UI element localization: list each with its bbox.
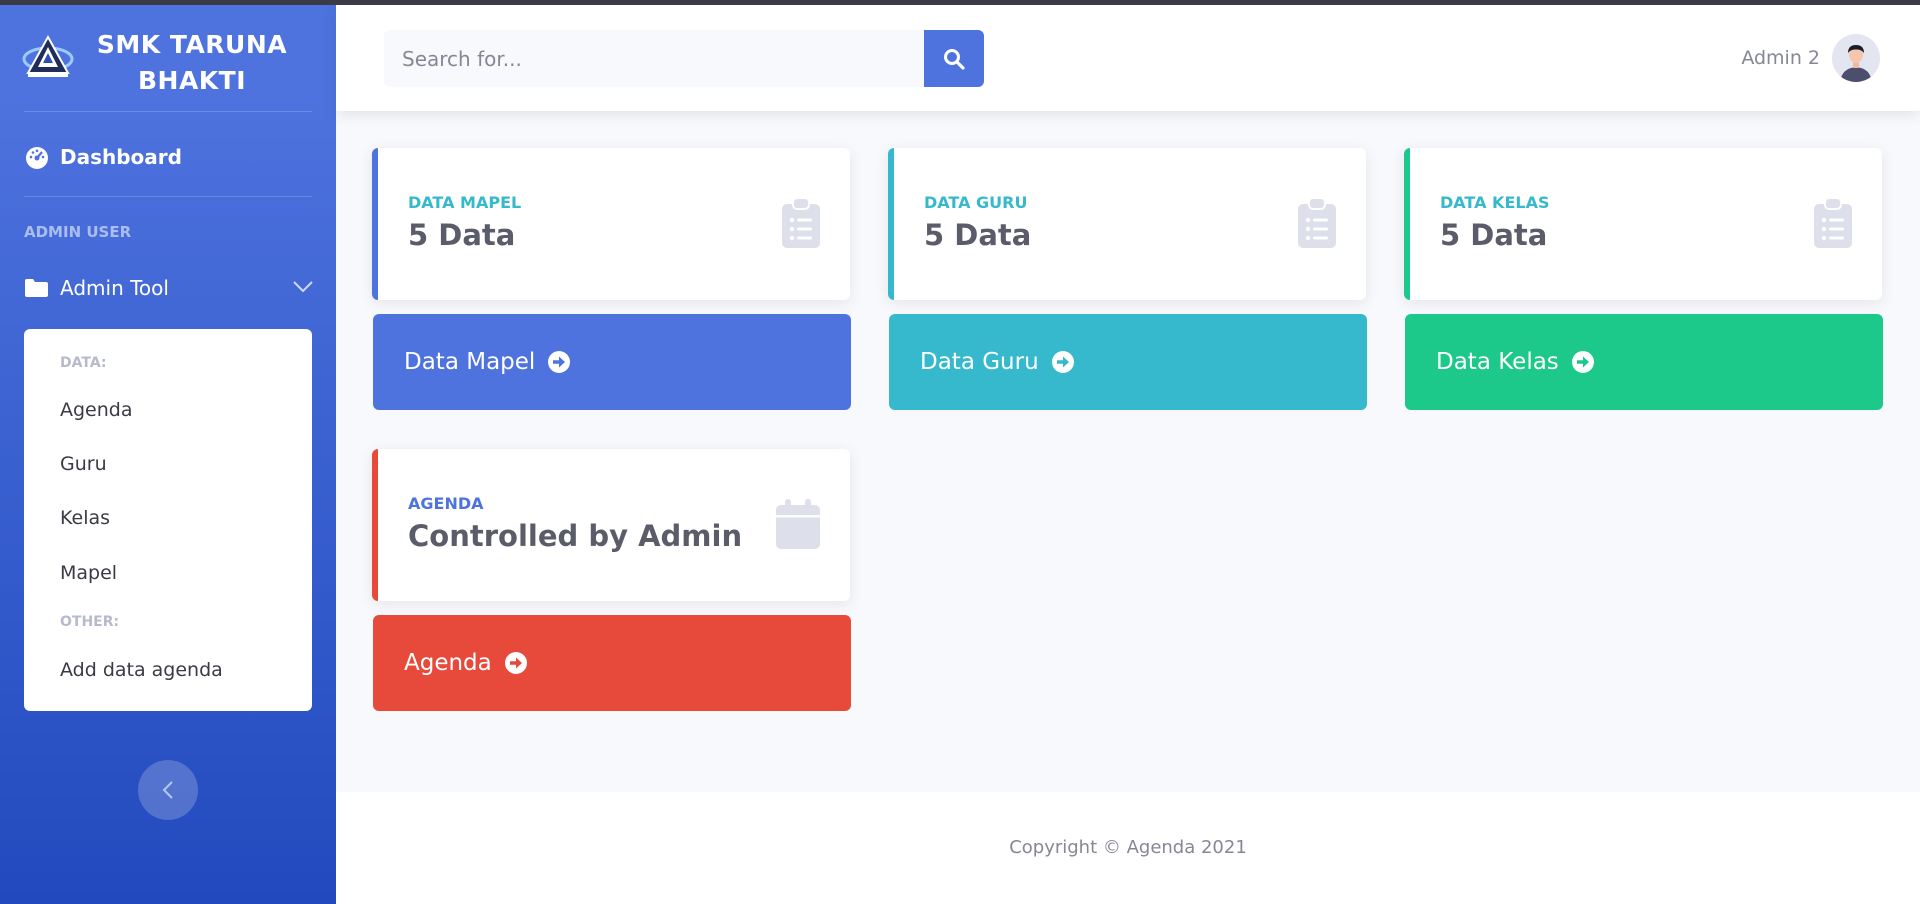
window-top-border <box>0 0 1920 5</box>
brand-name: SMK TARUNA BHAKTI <box>96 30 288 95</box>
data-mapel-button[interactable]: Data Mapel <box>373 314 851 410</box>
button-label: Data Mapel <box>404 349 536 375</box>
user-avatar-icon <box>1832 34 1880 82</box>
arrow-circle-right-icon <box>504 652 527 674</box>
submenu-item-add-data-agenda[interactable]: Add data agenda <box>60 659 223 681</box>
sidebar: SMK TARUNA BHAKTI Dashboard ADMIN USER A… <box>0 0 336 904</box>
card-accent-bar <box>372 148 378 300</box>
submenu-heading-data: DATA: <box>60 355 107 371</box>
button-label: Data Kelas <box>1436 349 1559 375</box>
search-icon <box>944 48 965 70</box>
agenda-button[interactable]: Agenda <box>373 615 851 711</box>
sidebar-item-label: Dashboard <box>60 145 182 169</box>
user-name: Admin 2 <box>1741 47 1820 69</box>
sidebar-divider <box>24 196 312 197</box>
copyright-text: Copyright © Agenda 2021 <box>1009 837 1247 858</box>
button-label: Agenda <box>404 650 492 676</box>
arrow-circle-right-icon <box>1051 351 1074 373</box>
sidebar-divider <box>24 111 312 112</box>
admin-tool-submenu: DATA: Agenda Guru Kelas Mapel OTHER: Add… <box>24 329 312 711</box>
footer: Copyright © Agenda 2021 <box>336 792 1920 904</box>
clipboard-list-icon <box>1298 198 1336 248</box>
sidebar-heading: ADMIN USER <box>24 223 132 241</box>
search-button[interactable] <box>924 30 984 87</box>
submenu-heading-other: OTHER: <box>60 614 120 630</box>
card-value: Controlled by Admin <box>408 519 743 553</box>
card-value: 5 Data <box>924 218 1032 252</box>
chevron-down-icon <box>293 281 313 293</box>
sidebar-item-admin-tool[interactable]: Admin Tool <box>24 270 314 306</box>
clipboard-list-icon <box>782 198 820 248</box>
card-value: 5 Data <box>1440 218 1548 252</box>
submenu-item-mapel[interactable]: Mapel <box>60 562 117 584</box>
card-accent-bar <box>1404 148 1410 300</box>
button-label: Data Guru <box>920 349 1039 375</box>
card-label: DATA MAPEL <box>408 193 522 212</box>
sidebar-toggle-button[interactable] <box>138 760 198 820</box>
submenu-item-guru[interactable]: Guru <box>60 453 107 475</box>
sidebar-item-label: Admin Tool <box>60 276 169 300</box>
card-accent-bar <box>888 148 894 300</box>
tachometer-icon <box>26 147 48 169</box>
search-bar <box>384 30 984 87</box>
data-kelas-button[interactable]: Data Kelas <box>1405 314 1883 410</box>
card-value: 5 Data <box>408 218 516 252</box>
submenu-item-kelas[interactable]: Kelas <box>60 507 110 529</box>
user-menu[interactable]: Admin 2 <box>1741 34 1880 82</box>
stat-card-agenda: AGENDA Controlled by Admin <box>372 449 850 601</box>
topbar: Admin 2 <box>336 5 1920 111</box>
sidebar-item-dashboard[interactable]: Dashboard <box>24 140 182 174</box>
card-label: AGENDA <box>408 494 484 513</box>
folder-icon <box>25 279 48 297</box>
stat-card-data-guru: DATA GURU 5 Data <box>888 148 1366 300</box>
card-accent-bar <box>372 449 378 601</box>
chevron-left-icon <box>162 781 173 799</box>
card-label: DATA GURU <box>924 193 1028 212</box>
search-input[interactable] <box>384 30 924 87</box>
clipboard-list-icon <box>1814 198 1852 248</box>
stat-card-data-kelas: DATA KELAS 5 Data <box>1404 148 1882 300</box>
sidebar-brand[interactable]: SMK TARUNA BHAKTI <box>0 5 336 111</box>
data-guru-button[interactable]: Data Guru <box>889 314 1367 410</box>
avatar <box>1832 34 1880 82</box>
calendar-icon <box>776 499 820 549</box>
school-logo-icon <box>22 34 74 77</box>
card-label: DATA KELAS <box>1440 193 1550 212</box>
stat-card-data-mapel: DATA MAPEL 5 Data <box>372 148 850 300</box>
arrow-circle-right-icon <box>548 351 571 373</box>
arrow-circle-right-icon <box>1571 351 1594 373</box>
submenu-item-agenda[interactable]: Agenda <box>60 399 133 421</box>
